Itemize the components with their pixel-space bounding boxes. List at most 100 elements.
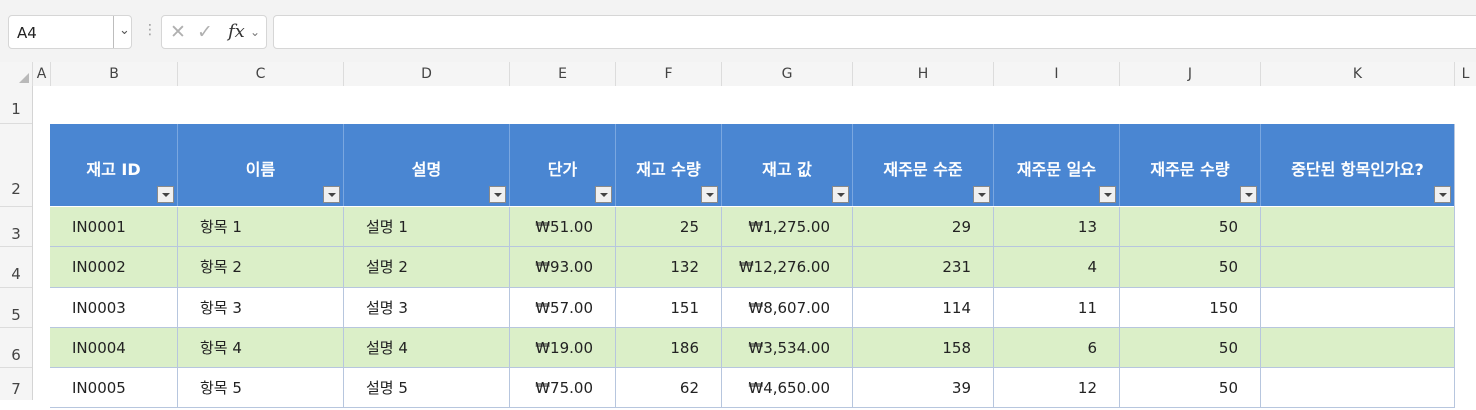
filter-dropdown-icon[interactable] [157, 186, 174, 203]
cell-unit-price[interactable]: ₩19.00 [509, 328, 615, 368]
column-header-h[interactable]: H [852, 62, 993, 86]
cell-description[interactable]: 설명 5 [343, 368, 509, 408]
filter-dropdown-icon[interactable] [323, 186, 340, 203]
cell-stock-qty[interactable]: 151 [615, 288, 721, 328]
cell-name[interactable]: 항목 5 [177, 368, 343, 408]
row-header-5[interactable]: 5 [0, 288, 32, 328]
cell-description[interactable]: 설명 4 [343, 328, 509, 368]
cell-discontinued[interactable] [1260, 328, 1454, 368]
column-header-f[interactable]: F [615, 62, 721, 86]
enter-icon[interactable]: ✓ [197, 21, 213, 43]
row-header-2[interactable]: 2 [0, 124, 32, 207]
sheet-grid[interactable]: 재고 ID 이름 설명 단가 재고 수량 재고 값 재주문 수준 재주문 일수 [33, 86, 1476, 408]
cell-unit-price[interactable]: ₩75.00 [509, 368, 615, 408]
header-label: 설명 [411, 160, 442, 179]
cell-reorder-level[interactable]: 158 [852, 328, 993, 368]
header-label: 재주문 일수 [1016, 160, 1097, 179]
cell-reorder-qty[interactable]: 50 [1119, 368, 1260, 408]
cell-stock-value[interactable]: ₩1,275.00 [721, 207, 852, 247]
cell-unit-price[interactable]: ₩93.00 [509, 247, 615, 287]
cell-reorder-days[interactable]: 12 [993, 368, 1119, 408]
row-header-3[interactable]: 3 [0, 207, 32, 247]
cell-unit-price[interactable]: ₩57.00 [509, 288, 615, 328]
cell-stock-qty[interactable]: 62 [615, 368, 721, 408]
filter-dropdown-icon[interactable] [973, 186, 990, 203]
cell-discontinued[interactable] [1260, 288, 1454, 328]
cell-stock-qty[interactable]: 132 [615, 247, 721, 287]
filter-dropdown-icon[interactable] [1240, 186, 1257, 203]
table-row: IN0002 항목 2 설명 2 ₩93.00 132 ₩12,276.00 2… [50, 247, 1454, 288]
cell-id[interactable]: IN0003 [50, 288, 177, 328]
cell-reorder-days[interactable]: 4 [993, 247, 1119, 287]
cell-id[interactable]: IN0005 [50, 368, 177, 408]
filter-dropdown-icon[interactable] [489, 186, 506, 203]
chevron-down-icon[interactable]: ⌄ [250, 25, 260, 39]
cell-discontinued[interactable] [1260, 207, 1454, 247]
table-row: IN0003 항목 3 설명 3 ₩57.00 151 ₩8,607.00 11… [50, 288, 1454, 328]
drag-handle-icon[interactable]: ⋮ [143, 22, 157, 38]
cell-unit-price[interactable]: ₩51.00 [509, 207, 615, 247]
cell-stock-qty[interactable]: 186 [615, 328, 721, 368]
cell-reorder-days[interactable]: 6 [993, 328, 1119, 368]
column-header-e[interactable]: E [509, 62, 615, 86]
cell-id[interactable]: IN0004 [50, 328, 177, 368]
cell-discontinued[interactable] [1260, 247, 1454, 287]
header-label: 중단된 항목인가요? [1291, 160, 1424, 179]
filter-dropdown-icon[interactable] [701, 186, 718, 203]
name-box[interactable]: A4 ⌄ [8, 15, 132, 49]
formula-input[interactable] [273, 15, 1476, 49]
chevron-down-icon[interactable]: ⌄ [119, 23, 130, 38]
header-label: 재고 값 [762, 160, 812, 179]
cell-reorder-level[interactable]: 29 [852, 207, 993, 247]
cell-reorder-days[interactable]: 11 [993, 288, 1119, 328]
cell-reorder-level[interactable]: 231 [852, 247, 993, 287]
cell-reorder-qty[interactable]: 50 [1119, 328, 1260, 368]
column-header-d[interactable]: D [343, 62, 509, 86]
column-header-g[interactable]: G [721, 62, 852, 86]
cell-reorder-level[interactable]: 39 [852, 368, 993, 408]
filter-dropdown-icon[interactable] [1434, 186, 1451, 203]
cell-stock-value[interactable]: ₩8,607.00 [721, 288, 852, 328]
row-header-1[interactable]: 1 [0, 86, 32, 124]
row-header-7[interactable]: 7 [0, 368, 32, 400]
row-header-4[interactable]: 4 [0, 247, 32, 288]
cell-reorder-qty[interactable]: 150 [1119, 288, 1260, 328]
cell-description[interactable]: 설명 2 [343, 247, 509, 287]
cell-stock-value[interactable]: ₩3,534.00 [721, 328, 852, 368]
column-header-l[interactable]: L [1454, 62, 1476, 86]
header-label: 재주문 수준 [883, 160, 963, 179]
cell-description[interactable]: 설명 1 [343, 207, 509, 247]
cell-reorder-qty[interactable]: 50 [1119, 207, 1260, 247]
cell-name[interactable]: 항목 3 [177, 288, 343, 328]
table-row: IN0001 항목 1 설명 1 ₩51.00 25 ₩1,275.00 29 … [50, 207, 1454, 247]
filter-dropdown-icon[interactable] [595, 186, 612, 203]
cell-stock-value[interactable]: ₩12,276.00 [721, 247, 852, 287]
cell-id[interactable]: IN0001 [50, 207, 177, 247]
cancel-icon[interactable]: ✕ [170, 21, 186, 43]
cell-discontinued[interactable] [1260, 368, 1454, 408]
name-box-value: A4 [17, 24, 37, 42]
cell-name[interactable]: 항목 2 [177, 247, 343, 287]
filter-dropdown-icon[interactable] [832, 186, 849, 203]
column-header-i[interactable]: I [993, 62, 1119, 86]
cell-stock-qty[interactable]: 25 [615, 207, 721, 247]
select-all-corner[interactable] [0, 62, 32, 86]
filter-dropdown-icon[interactable] [1099, 186, 1116, 203]
column-header-c[interactable]: C [177, 62, 343, 86]
cell-id[interactable]: IN0002 [50, 247, 177, 287]
insert-function-icon[interactable]: fx [228, 21, 245, 42]
cell-reorder-days[interactable]: 13 [993, 207, 1119, 247]
row-header-6[interactable]: 6 [0, 328, 32, 368]
column-header-b[interactable]: B [50, 62, 177, 86]
cell-reorder-qty[interactable]: 50 [1119, 247, 1260, 287]
cell-reorder-level[interactable]: 114 [852, 288, 993, 328]
column-header-a[interactable]: A [32, 62, 50, 86]
cell-name[interactable]: 항목 1 [177, 207, 343, 247]
cell-stock-value[interactable]: ₩4,650.00 [721, 368, 852, 408]
column-header-k[interactable]: K [1260, 62, 1454, 86]
header-label: 재고 수량 [636, 160, 701, 179]
column-header-j[interactable]: J [1119, 62, 1260, 86]
header-cell-reorder-qty: 재주문 수량 [1119, 124, 1260, 206]
cell-description[interactable]: 설명 3 [343, 288, 509, 328]
cell-name[interactable]: 항목 4 [177, 328, 343, 368]
